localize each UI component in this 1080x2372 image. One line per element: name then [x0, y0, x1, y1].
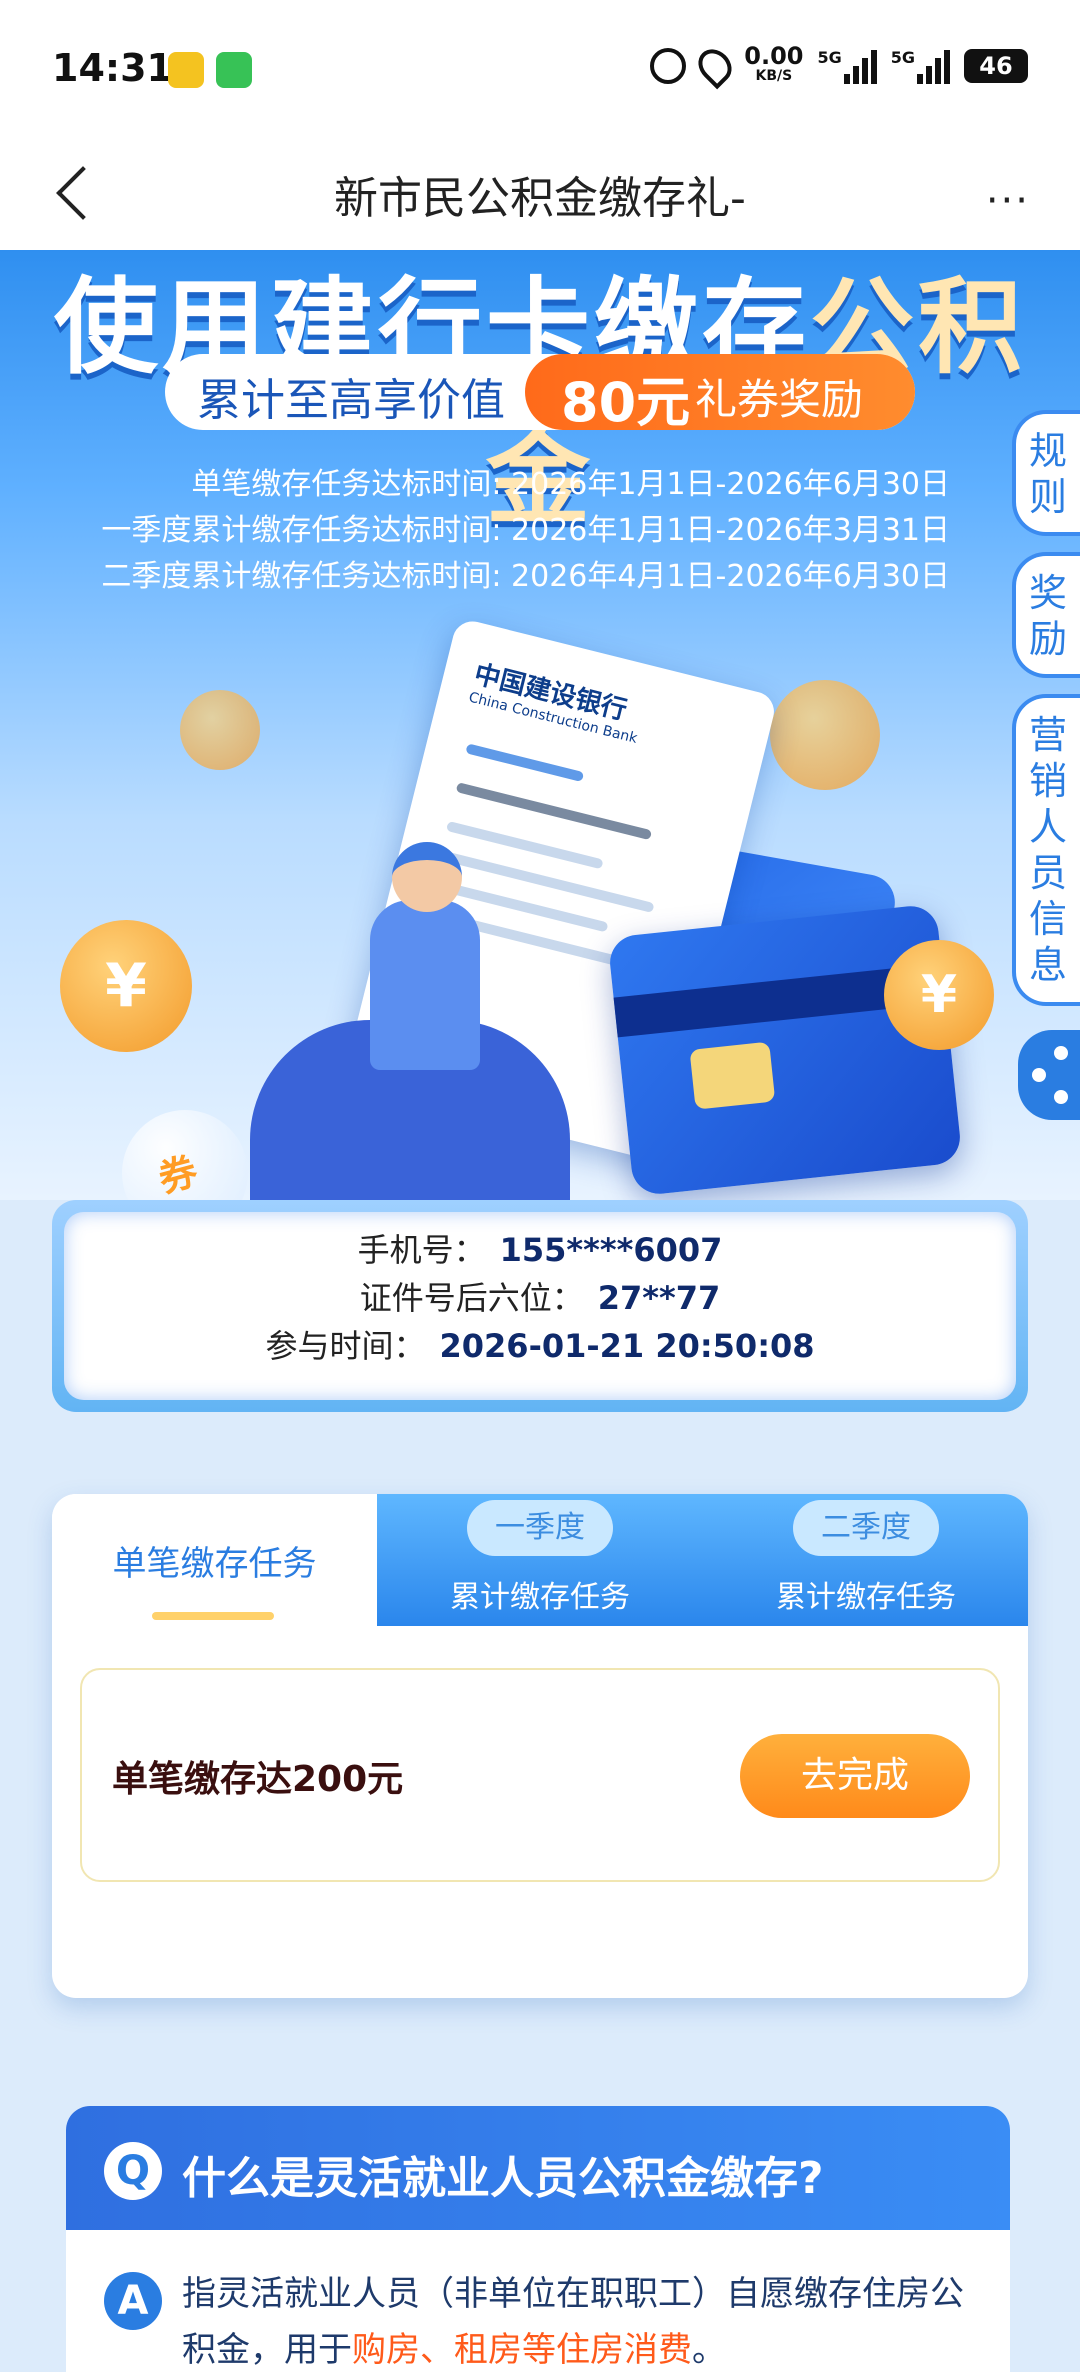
time-row-single: 单笔缴存任务达标时间: 2026年1月1日-2026年6月30日 — [191, 467, 950, 502]
task-tabs: 单笔缴存任务 一季度 累计缴存任务 二季度 累计缴存任务 — [52, 1494, 1028, 1626]
id-label: 证件号后六位： — [359, 1279, 584, 1317]
hero-illustration: 中国建设银行 China Construction Bank 券 ¥ ¥ — [0, 617, 1080, 1200]
share-icon[interactable] — [1018, 1030, 1080, 1120]
bank-logo: 中国建设银行 China Construction Bank — [467, 654, 648, 747]
coin-icon — [180, 690, 260, 770]
network-speed: 0.00 KB/S — [744, 44, 803, 86]
tab-q2-cumulative[interactable]: 二季度 累计缴存任务 — [703, 1494, 1028, 1626]
reward-pill-prefix: 累计至高享价值 — [197, 375, 505, 426]
rider-head — [392, 842, 462, 912]
coin-left-icon: ¥ — [60, 920, 192, 1052]
faq-answer-end: 。 — [692, 2330, 726, 2370]
battery-icon: 46 — [964, 49, 1028, 83]
coupon-bubble-text: 券 — [153, 1148, 202, 1200]
phone-row: 手机号： 155****6007 — [64, 1226, 1016, 1274]
tab-q1-label: 累计缴存任务 — [450, 1580, 630, 1615]
alarm-icon — [650, 48, 687, 84]
phone-label: 手机号： — [357, 1231, 486, 1269]
sales-info-tab-label: 营销人员信息 — [1028, 713, 1067, 987]
sales-info-tab[interactable]: 营销人员信息 — [1012, 694, 1080, 1006]
answer-badge-icon: A — [104, 2272, 162, 2330]
signal-bars-icon — [917, 48, 950, 84]
question-badge-icon: Q — [104, 2142, 162, 2200]
faq-answer: 指灵活就业人员（非单位在职职工）自愿缴存住房公积金，用于购房、租房等住房消费。 — [182, 2266, 972, 2372]
participant-info: 手机号： 155****6007 证件号后六位： 27**77 参与时间： 2026-… — [64, 1212, 1016, 1400]
more-options-icon[interactable]: ··· — [986, 178, 1030, 224]
status-time: 14:31 — [52, 46, 173, 90]
hero-banner: 使用建行卡缴存公积金 累计至高享价值 80元 礼券奖励 单笔缴存任务达标时间: … — [0, 250, 1080, 1200]
reward-amount: 80元 — [561, 371, 691, 434]
tab-q2-label: 累计缴存任务 — [776, 1580, 956, 1615]
join-time-value: 2026-01-21 20:50:08 — [439, 1327, 815, 1365]
signal-5g-label: 5G — [817, 48, 842, 67]
tab-q2-chip: 二季度 — [793, 1500, 939, 1556]
rider-illustration — [370, 900, 480, 1070]
rules-tab-label: 规则 — [1028, 429, 1067, 519]
reward-pill: 累计至高享价值 80元 礼券奖励 — [165, 354, 915, 434]
location-icon — [691, 42, 739, 90]
id-value: 27**77 — [597, 1279, 721, 1317]
card-chip-icon — [689, 1041, 776, 1110]
task-time-list: 单笔缴存任务达标时间: 2026年1月1日-2026年6月30日 一季度累计缴存… — [101, 462, 950, 600]
tab-single-deposit-label: 单笔缴存任务 — [112, 1544, 317, 1584]
signal-5g-1: 5G — [817, 48, 877, 84]
signal-5g-2: 5G — [891, 48, 950, 84]
coin-icon — [770, 680, 880, 790]
faq-answer-highlight: 购房、租房等住房消费 — [352, 2330, 692, 2370]
rewards-tab[interactable]: 奖励 — [1012, 552, 1080, 678]
faq-card: Q 什么是灵活就业人员公积金缴存? A 指灵活就业人员（非单位在职职工）自愿缴存… — [66, 2106, 1010, 2372]
join-time-label: 参与时间： — [265, 1327, 426, 1365]
complete-task-button[interactable]: 去完成 — [740, 1734, 970, 1818]
tab-single-deposit[interactable]: 单笔缴存任务 — [52, 1494, 377, 1626]
reward-type: 礼券奖励 — [695, 375, 864, 424]
task-item-label: 单笔缴存达200元 — [112, 1759, 404, 1800]
join-time-row: 参与时间： 2026-01-21 20:50:08 — [64, 1322, 1016, 1370]
tab-group-quarterly: 一季度 累计缴存任务 二季度 累计缴存任务 — [377, 1494, 1028, 1626]
reward-pill-amount-box: 80元 礼券奖励 — [525, 354, 915, 434]
faq-header: Q 什么是灵活就业人员公积金缴存? — [66, 2106, 1010, 2230]
nav-bar: 新市民公积金缴存礼- ··· — [0, 140, 1080, 250]
tab-q1-chip: 一季度 — [467, 1500, 613, 1556]
signal-5g-label: 5G — [890, 48, 915, 67]
tab-active-indicator — [152, 1612, 274, 1620]
task-card: 单笔缴存任务 一季度 累计缴存任务 二季度 累计缴存任务 单笔缴存达200元 去… — [52, 1494, 1028, 1998]
coin-right-icon: ¥ — [884, 940, 994, 1050]
rules-tab[interactable]: 规则 — [1012, 410, 1080, 536]
signal-bars-icon — [843, 48, 877, 84]
status-bar: 14:31 0.00 KB/S 5G 5G 46 — [0, 0, 1080, 140]
task-item: 单笔缴存达200元 去完成 — [80, 1668, 1000, 1882]
tab-q1-cumulative[interactable]: 一季度 累计缴存任务 — [377, 1494, 703, 1626]
coupon-bubble-icon: 券 — [122, 1110, 248, 1200]
participant-info-panel: 手机号： 155****6007 证件号后六位： 27**77 参与时间： 2026-… — [52, 1200, 1028, 1412]
status-right: 0.00 KB/S 5G 5G 46 — [650, 42, 1028, 90]
time-row-q1: 一季度累计缴存任务达标时间: 2026年1月1日-2026年3月31日 — [101, 513, 950, 548]
id-row: 证件号后六位： 27**77 — [64, 1274, 1016, 1322]
time-row-q2: 二季度累计缴存任务达标时间: 2026年4月1日-2026年6月30日 — [101, 559, 950, 594]
phone-value: 155****6007 — [499, 1231, 723, 1269]
faq-question: 什么是灵活就业人员公积金缴存? — [182, 2153, 824, 2204]
page-title: 新市民公积金缴存礼- — [334, 173, 746, 224]
message-app-icon — [216, 52, 252, 88]
notification-app-icon — [168, 52, 204, 88]
rewards-tab-label: 奖励 — [1028, 571, 1067, 661]
